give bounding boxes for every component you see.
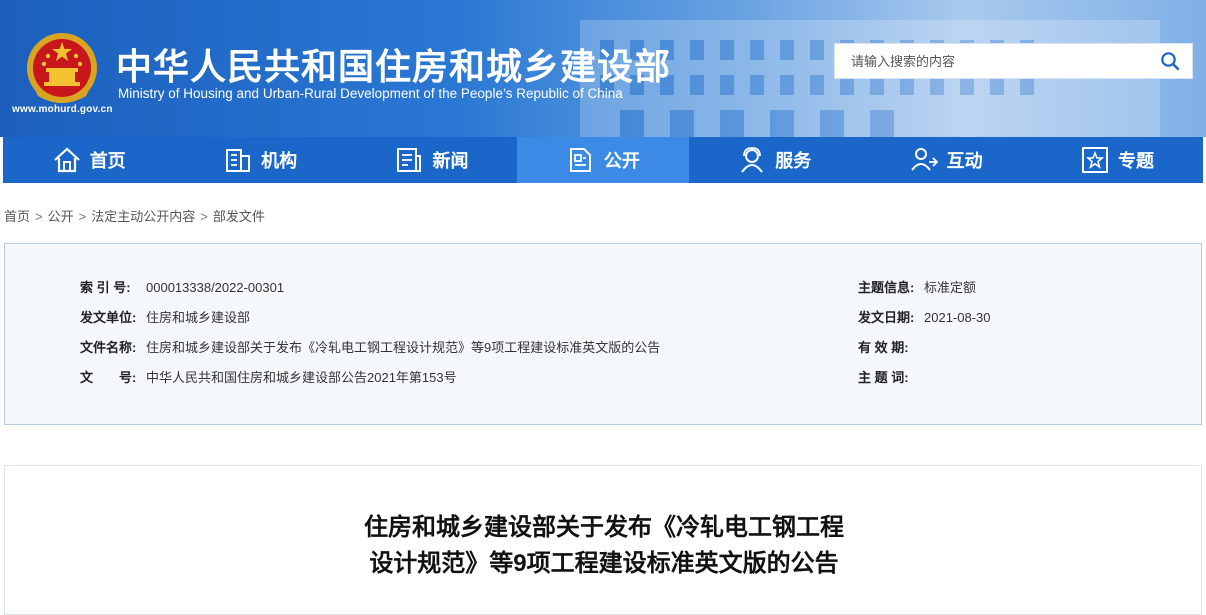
nav-label: 公开 — [603, 151, 640, 171]
info-filename: 文件名称: 住房和城乡建设部关于发布《冷轧电工钢工程设计规范》等9项工程建设标准英… — [80, 337, 660, 356]
article-title-line: 住房和城乡建设部关于发布《冷轧电工钢工程 — [364, 514, 844, 541]
breadcrumb-separator: > — [200, 209, 208, 224]
nav-item-home[interactable]: 首页 — [3, 137, 174, 183]
info-topic: 主题信息: 标准定额 — [858, 277, 976, 296]
nav-item-topics[interactable]: 专题 — [1031, 137, 1202, 183]
info-docno-value: 中华人民共和国住房和城乡建设部公告2021年第153号 — [146, 370, 457, 385]
info-issuer-value: 住房和城乡建设部 — [146, 310, 251, 325]
info-index-label: 索 引 号: — [80, 280, 131, 295]
breadcrumb-public[interactable]: 公开 — [48, 209, 74, 224]
search-button[interactable] — [1148, 43, 1192, 79]
nav-label: 新闻 — [432, 151, 469, 171]
breadcrumb: 首页 > 公开 > 法定主动公开内容 > 部发文件 — [4, 206, 265, 225]
nav-item-public[interactable]: 公开 — [517, 137, 689, 183]
info-topic-value: 标准定额 — [924, 280, 977, 295]
search-input[interactable] — [835, 44, 1148, 78]
info-keywords-label: 主 题 词: — [858, 370, 909, 385]
breadcrumb-statutory[interactable]: 法定主动公开内容 — [91, 209, 195, 224]
info-topic-label: 主题信息: — [858, 280, 915, 295]
breadcrumb-home[interactable]: 首页 — [4, 209, 30, 224]
news-icon — [394, 146, 424, 174]
info-issuer: 发文单位: 住房和城乡建设部 — [80, 307, 250, 326]
interaction-icon — [909, 146, 939, 174]
nav-item-org[interactable]: 机构 — [174, 137, 345, 183]
nav-label: 专题 — [1118, 151, 1155, 171]
breadcrumb-separator: > — [78, 209, 87, 224]
article-title-line: 设计规范》等9项工程建设标准英文版的公告 — [369, 550, 839, 577]
nav-item-news[interactable]: 新闻 — [346, 137, 517, 183]
search-bar — [834, 43, 1193, 79]
info-docno: 文 号: 中华人民共和国住房和城乡建设部公告2021年第153号 — [80, 367, 457, 386]
national-emblem-icon — [27, 33, 97, 103]
info-date-value: 2021-08-30 — [924, 310, 991, 325]
nav-item-interaction[interactable]: 互动 — [860, 137, 1031, 183]
info-date-label: 发文日期: — [858, 310, 915, 325]
info-index: 索 引 号: 000013338/2022-00301 — [80, 277, 284, 296]
nav-label: 服务 — [775, 151, 812, 171]
nav-label: 互动 — [946, 151, 983, 171]
info-date: 发文日期: 2021-08-30 — [858, 307, 991, 326]
article-container: 住房和城乡建设部关于发布《冷轧电工钢工程 设计规范》等9项工程建设标准英文版的公… — [4, 465, 1202, 615]
site-header: www.mohurd.gov.cn 中华人民共和国住房和城乡建设部 Minist… — [0, 0, 1206, 137]
info-docno-label: 文 号: — [80, 370, 137, 385]
nav-item-service[interactable]: 服务 — [689, 137, 860, 183]
nav-label: 首页 — [89, 151, 126, 171]
breadcrumb-separator: > — [35, 209, 43, 224]
service-icon — [737, 146, 767, 174]
site-subtitle: Ministry of Housing and Urban-Rural Deve… — [118, 86, 623, 101]
search-icon — [1161, 52, 1180, 71]
star-icon — [1080, 146, 1110, 174]
site-title: 中华人民共和国住房和城乡建设部 — [116, 46, 672, 87]
info-filename-value: 住房和城乡建设部关于发布《冷轧电工钢工程设计规范》等9项工程建设标准英文版的公告 — [146, 340, 661, 355]
breadcrumb-ministry-docs[interactable]: 部发文件 — [213, 209, 265, 224]
home-icon — [52, 146, 82, 174]
info-filename-label: 文件名称: — [80, 340, 137, 355]
main-nav: 首页 机构 新闻 公开 服务 互动 专题 — [3, 137, 1203, 183]
building-icon — [223, 146, 253, 174]
document-info-panel: 索 引 号: 000013338/2022-00301 发文单位: 住房和城乡建设部… — [4, 243, 1202, 425]
info-keywords: 主 题 词: — [858, 367, 924, 386]
document-icon — [566, 146, 596, 174]
nav-label: 机构 — [261, 151, 298, 171]
info-validity-label: 有 效 期: — [858, 340, 909, 355]
info-validity: 有 效 期: — [858, 337, 924, 356]
info-issuer-label: 发文单位: — [80, 310, 137, 325]
article-title: 住房和城乡建设部关于发布《冷轧电工钢工程 设计规范》等9项工程建设标准英文版的公… — [5, 510, 1203, 582]
info-index-value: 000013338/2022-00301 — [146, 280, 285, 295]
site-url: www.mohurd.gov.cn — [12, 104, 113, 115]
